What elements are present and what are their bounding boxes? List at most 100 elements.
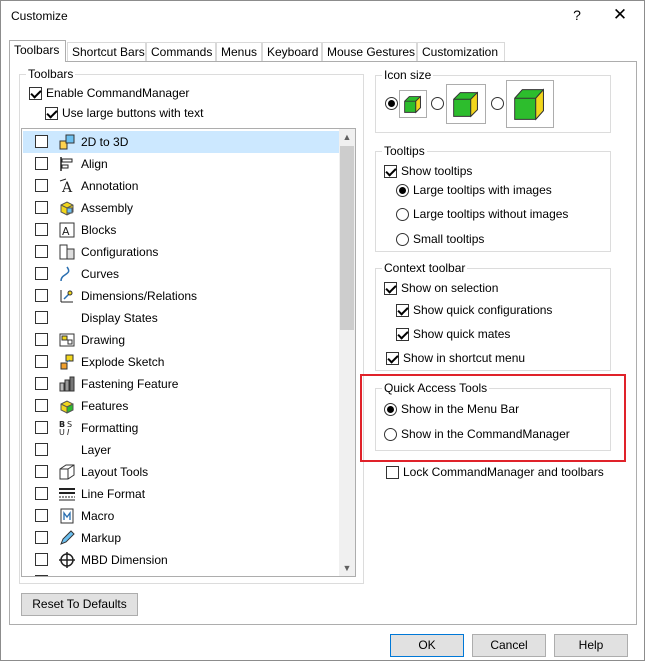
list-item-label: Markup (81, 531, 122, 545)
toolbars-list[interactable]: 2D to 3D Align A Annotation Assembly A B… (21, 128, 356, 577)
reset-to-defaults-button[interactable]: Reset To Defaults (21, 593, 138, 616)
list-item-checkbox[interactable] (35, 333, 48, 346)
list-item-checkbox[interactable] (35, 531, 48, 544)
list-item[interactable]: Assembly (23, 197, 339, 219)
cancel-button[interactable]: Cancel (472, 634, 546, 657)
svg-text:I: I (67, 428, 70, 437)
list-item-checkbox[interactable] (35, 377, 48, 390)
list-item-label: Align (81, 157, 108, 171)
show-in-commandmanager-radio[interactable]: Show in the CommandManager (384, 427, 570, 441)
scroll-down-icon[interactable]: ▼ (339, 560, 355, 576)
list-item[interactable]: Layout Tools (23, 461, 339, 483)
list-item-label: Configurations (81, 245, 159, 259)
tab-shortcut-bars[interactable]: Shortcut Bars (67, 42, 146, 61)
scroll-thumb[interactable] (340, 146, 354, 330)
enable-commandmanager-checkbox[interactable]: Enable CommandManager (29, 86, 189, 100)
scroll-up-icon[interactable]: ▲ (339, 129, 355, 145)
list-item-checkbox[interactable] (35, 245, 48, 258)
icon-size-medium-preview[interactable] (446, 84, 486, 124)
list-item[interactable]: Macro (23, 505, 339, 527)
list-item[interactable]: Explode Sketch (23, 351, 339, 373)
list-item-label: Annotation (81, 179, 139, 193)
list-item[interactable]: A Blocks (23, 219, 339, 241)
list-item-checkbox[interactable] (35, 157, 48, 170)
large-tooltips-without-images-radio[interactable]: Large tooltips without images (396, 207, 568, 221)
list-item[interactable]: Dimensions/Relations (23, 285, 339, 307)
tab-mouse-gestures[interactable]: Mouse Gestures (322, 42, 417, 61)
list-item[interactable]: Fastening Feature (23, 373, 339, 395)
list-item-checkbox[interactable] (35, 487, 48, 500)
tab-commands[interactable]: Commands (146, 42, 216, 61)
list-item-checkbox[interactable] (35, 135, 48, 148)
show-quick-configurations-checkbox[interactable]: Show quick configurations (396, 303, 552, 317)
list-item[interactable]: Display States (23, 307, 339, 329)
list-item[interactable]: A Annotation (23, 175, 339, 197)
explode-sketch-icon (60, 354, 74, 370)
close-icon[interactable]: ✕ (611, 5, 629, 25)
lock-commandmanager-checkbox[interactable]: Lock CommandManager and toolbars (386, 465, 604, 479)
list-item-checkbox[interactable] (35, 443, 48, 456)
curves-icon (60, 266, 70, 282)
show-quick-mates-checkbox[interactable]: Show quick mates (396, 327, 510, 341)
list-item-checkbox[interactable] (35, 311, 48, 324)
list-item-checkbox[interactable] (35, 355, 48, 368)
list-item-checkbox[interactable] (35, 223, 48, 236)
help-button[interactable]: Help (554, 634, 628, 657)
dimensions-icon (60, 290, 73, 303)
list-item-checkbox (35, 575, 48, 576)
list-item[interactable]: Drawing (23, 329, 339, 351)
cube-medium-icon (453, 91, 478, 118)
2d-to-3d-icon (59, 134, 75, 150)
icon-size-small-preview[interactable] (399, 90, 427, 118)
features-icon (60, 400, 74, 414)
list-item-checkbox[interactable] (35, 267, 48, 280)
svg-text:A: A (62, 225, 70, 238)
icon-size-small-radio[interactable] (385, 97, 398, 110)
large-tooltips-with-images-radio[interactable]: Large tooltips with images (396, 183, 552, 197)
list-item[interactable]: Line Format (23, 483, 339, 505)
list-item[interactable]: Features (23, 395, 339, 417)
list-item[interactable]: Layer (23, 439, 339, 461)
toolbars-group-label: Toolbars (26, 67, 76, 81)
list-item-checkbox[interactable] (35, 179, 48, 192)
show-tooltips-checkbox[interactable]: Show tooltips (384, 164, 472, 178)
list-item[interactable]: 2D to 3D (23, 131, 339, 153)
align-icon (60, 157, 73, 171)
list-item-label: Layer (81, 443, 112, 457)
use-large-buttons-checkbox[interactable]: Use large buttons with text (45, 106, 203, 120)
list-item-checkbox[interactable] (35, 399, 48, 412)
small-tooltips-radio[interactable]: Small tooltips (396, 232, 484, 246)
list-item-checkbox[interactable] (35, 465, 48, 478)
show-on-selection-checkbox[interactable]: Show on selection (384, 281, 498, 295)
icon-size-medium-radio[interactable] (431, 97, 444, 110)
tab-keyboard[interactable]: Keyboard (262, 42, 322, 61)
show-in-shortcut-menu-checkbox[interactable]: Show in shortcut menu (386, 351, 525, 365)
list-item-checkbox[interactable] (35, 509, 48, 522)
list-item-checkbox[interactable] (35, 201, 48, 214)
list-item[interactable]: Curves (23, 263, 339, 285)
tab-toolbars[interactable]: Toolbars (9, 40, 66, 62)
layout-tools-icon (59, 464, 75, 480)
list-scrollbar[interactable]: ▲ ▼ (339, 129, 355, 576)
list-item-checkbox[interactable] (35, 289, 48, 302)
svg-text:U: U (59, 428, 65, 437)
help-icon[interactable]: ? (569, 7, 585, 23)
tab-customization[interactable]: Customization (417, 42, 505, 61)
icon-size-large-preview[interactable] (506, 80, 554, 128)
enable-commandmanager-label: Enable CommandManager (46, 86, 190, 100)
list-item[interactable]: Align (23, 153, 339, 175)
list-item[interactable]: Markup (23, 527, 339, 549)
list-item-checkbox[interactable] (35, 421, 48, 434)
mbd-dimension-icon (59, 552, 75, 568)
cube-small-icon (404, 95, 421, 114)
icon-size-large-radio[interactable] (491, 97, 504, 110)
tab-menus[interactable]: Menus (216, 42, 262, 61)
drawing-icon (59, 333, 75, 347)
title-bar: Customize ? ✕ (1, 1, 644, 32)
list-item[interactable]: MBD Dimension (23, 549, 339, 571)
list-item-checkbox[interactable] (35, 553, 48, 566)
list-item[interactable]: Configurations (23, 241, 339, 263)
list-item[interactable]: BSUI Formatting (23, 417, 339, 439)
show-in-menu-bar-radio[interactable]: Show in the Menu Bar (384, 402, 519, 416)
ok-button[interactable]: OK (390, 634, 464, 657)
